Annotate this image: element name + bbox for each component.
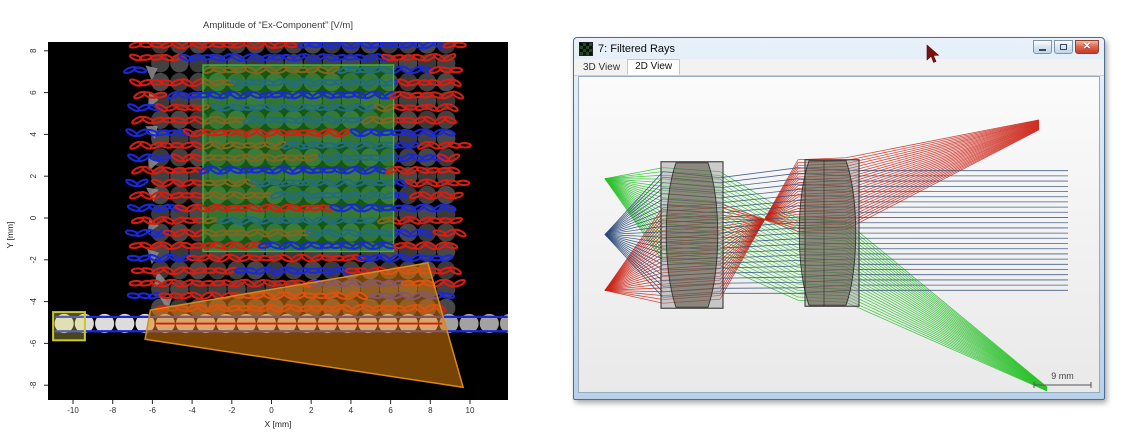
plot-canvas (48, 35, 519, 400)
svg-text:2: 2 (309, 406, 314, 415)
selection-marker (53, 312, 85, 340)
svg-text:10: 10 (466, 406, 475, 415)
close-icon: ✕ (1083, 42, 1091, 52)
window-app-icon (579, 42, 593, 56)
svg-text:4: 4 (29, 132, 38, 137)
lens-1 (661, 162, 723, 309)
svg-text:-8: -8 (109, 406, 117, 415)
maximize-button[interactable] (1054, 40, 1073, 54)
svg-text:8: 8 (428, 406, 433, 415)
svg-text:-6: -6 (149, 406, 157, 415)
scale-bar-label: 9 mm (1051, 371, 1073, 381)
window-title: 7: Filtered Rays (598, 43, 675, 55)
lens-2 (799, 160, 859, 307)
svg-text:0: 0 (269, 406, 274, 415)
svg-text:-4: -4 (29, 297, 38, 305)
tab-2d-view[interactable]: 2D View (627, 59, 680, 75)
svg-text:-2: -2 (29, 256, 38, 264)
svg-text:-8: -8 (29, 381, 38, 389)
window-buttons: ✕ (1033, 40, 1099, 54)
svg-text:0: 0 (29, 215, 38, 220)
window-titlebar[interactable]: 7: Filtered Rays ✕ (574, 38, 1104, 59)
maximize-icon (1060, 44, 1067, 50)
field-amplitude-plot[interactable]: Amplitude of “Ex-Component” [V/m] -10 -8 -… (0, 0, 562, 448)
svg-text:2: 2 (29, 173, 38, 178)
minimize-icon (1039, 49, 1046, 51)
svg-text:-4: -4 (189, 406, 197, 415)
svg-text:-6: -6 (29, 339, 38, 347)
minimize-button[interactable] (1033, 40, 1052, 54)
x-axis-label: X [mm] (265, 419, 292, 429)
filtered-rays-window: 7: Filtered Rays ✕ 3D View 2D View 9 mm (573, 37, 1105, 400)
y-axis-label: Y [mm] (5, 222, 15, 249)
close-button[interactable]: ✕ (1075, 40, 1099, 54)
ray-view-content[interactable]: 9 mm (578, 76, 1100, 393)
view-tabstrip: 3D View 2D View (574, 59, 1104, 76)
svg-text:4: 4 (349, 406, 354, 415)
scale-bar: 9 mm (1034, 371, 1091, 388)
svg-text:8: 8 (29, 48, 38, 53)
svg-text:6: 6 (29, 90, 38, 95)
svg-text:-10: -10 (67, 406, 79, 415)
ray-diagram: 9 mm (579, 77, 1099, 392)
plot-title: Amplitude of “Ex-Component” [V/m] (203, 20, 353, 31)
field-amplitude-panel: Amplitude of “Ex-Component” [V/m] -10 -8 -… (0, 0, 562, 448)
svg-text:-2: -2 (228, 406, 236, 415)
tab-3d-view[interactable]: 3D View (576, 61, 627, 75)
svg-text:6: 6 (388, 406, 393, 415)
screenshot-stage: Amplitude of “Ex-Component” [V/m] -10 -8 -… (0, 0, 1124, 448)
